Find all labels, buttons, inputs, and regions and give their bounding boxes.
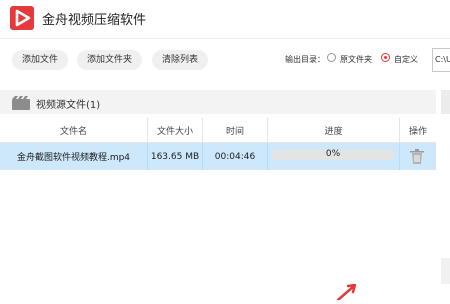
table-header: 文件名 文件大小 时间 进度 操作 — [0, 118, 436, 143]
source-folder-radio[interactable] — [327, 53, 336, 62]
arrow-annotation-icon — [336, 283, 360, 304]
side-panel-edge — [441, 90, 450, 114]
trash-icon[interactable] — [410, 149, 424, 168]
title-bar: 金舟视频压缩软件 — [0, 0, 450, 39]
file-name-cell: 金舟截图软件视频教程.mp4 — [0, 143, 148, 170]
output-directory-label: 输出目录： — [285, 55, 325, 64]
source-folder-label: 原文件夹 — [340, 55, 372, 64]
play-logo-icon — [10, 6, 34, 30]
custom-folder-radio[interactable] — [381, 53, 390, 62]
clear-list-button[interactable]: 清除列表 — [152, 50, 209, 70]
video-folder-icon — [12, 95, 30, 114]
toolbar: 添加文件 添加文件夹 清除列表 输出目录： 原文件夹 自定义 C:\U — [0, 39, 450, 83]
header-progress: 进度 — [268, 118, 400, 142]
duration-cell: 00:04:46 — [203, 143, 268, 170]
header-duration: 时间 — [203, 118, 268, 142]
header-filename: 文件名 — [0, 118, 148, 142]
header-filesize: 文件大小 — [148, 118, 203, 142]
add-folder-button[interactable]: 添加文件夹 — [77, 50, 143, 70]
custom-folder-label: 自定义 — [394, 55, 418, 64]
section-title: 视频源文件(1) — [36, 100, 101, 111]
progress-text: 0% — [325, 149, 341, 159]
app-title: 金舟视频压缩软件 — [42, 13, 147, 28]
side-panel-edge-lower — [441, 258, 450, 284]
output-path-input[interactable]: C:\U — [432, 48, 450, 72]
source-files-header: 视频源文件(1) — [0, 90, 436, 114]
add-file-button[interactable]: 添加文件 — [12, 50, 69, 70]
file-size-cell: 163.65 MB — [148, 143, 203, 170]
header-actions: 操作 — [408, 126, 427, 137]
